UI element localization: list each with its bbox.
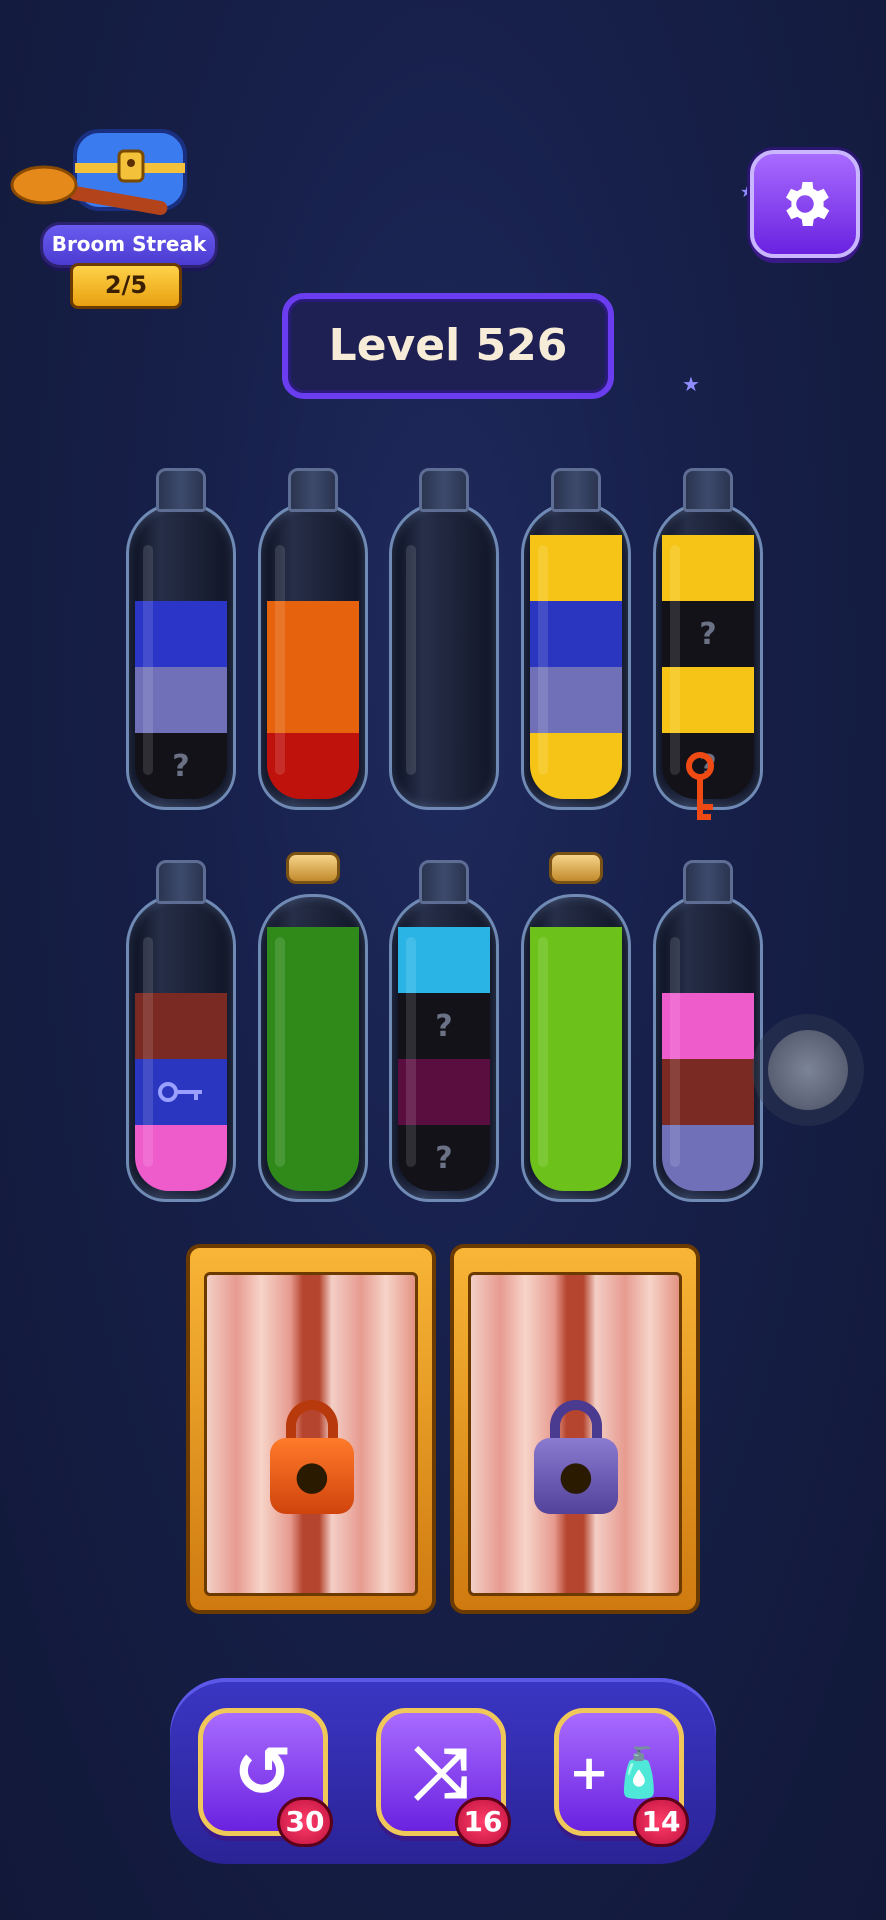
key-icon[interactable] (680, 752, 720, 832)
shuffle-button[interactable]: ⤨ 16 (376, 1708, 511, 1847)
hint-joystick[interactable] (768, 1030, 848, 1110)
bottle[interactable] (521, 468, 631, 810)
bottle-cork (286, 852, 340, 884)
bottle-body (258, 502, 368, 810)
bottle-neck (156, 860, 206, 904)
streak-title: Broom Streak (40, 222, 218, 268)
bottle-neck (419, 860, 469, 904)
bottle-neck (288, 468, 338, 512)
bottle-body (258, 894, 368, 1202)
bottle[interactable] (126, 860, 236, 1202)
add-bottle-count-badge: 14 (633, 1797, 689, 1847)
padlock-icon: ● (534, 1438, 618, 1514)
padlock-icon: ● (270, 1438, 354, 1514)
gear-icon (786, 182, 830, 226)
bottle-body (521, 502, 631, 810)
bottle[interactable] (258, 468, 368, 810)
broom-icon (10, 165, 168, 216)
bottle-neck (683, 860, 733, 904)
broom-streak-widget[interactable]: Broom Streak 2/5 (10, 115, 218, 309)
bottle-body (653, 894, 763, 1202)
bottle-neck (156, 468, 206, 512)
add-bottle-button[interactable]: +🧴 14 (554, 1708, 689, 1847)
bottle[interactable]: ? (126, 468, 236, 810)
undo-icon: ↺ (233, 1731, 293, 1813)
bottle-neck (683, 468, 733, 512)
bottle-body (521, 894, 631, 1202)
settings-button[interactable] (750, 150, 860, 258)
shuffle-count-badge: 16 (455, 1797, 511, 1847)
bottle-body: ? (126, 502, 236, 810)
bottle[interactable]: ?? (389, 860, 499, 1202)
key-icon (158, 1082, 202, 1102)
locked-slot-orange[interactable]: ● (186, 1244, 436, 1614)
bottle[interactable] (389, 468, 499, 810)
bottle-body: ?? (389, 894, 499, 1202)
undo-count-badge: 30 (277, 1797, 333, 1847)
locked-slot-purple[interactable]: ● (450, 1244, 700, 1614)
bottle-neck (419, 468, 469, 512)
add-bottle-icon: +🧴 (569, 1744, 669, 1801)
bottle[interactable] (521, 852, 631, 1202)
powerup-toolbar: ↺ 30 ⤨ 16 +🧴 14 (170, 1678, 716, 1864)
bottle-body (126, 894, 236, 1202)
sparkle-icon: ★ (682, 372, 700, 396)
level-title: Level 526 (282, 293, 614, 399)
bottle-neck (551, 468, 601, 512)
bottle-cork (549, 852, 603, 884)
bottle[interactable] (653, 860, 763, 1202)
streak-count: 2/5 (70, 263, 182, 309)
undo-button[interactable]: ↺ 30 (198, 1708, 333, 1847)
shuffle-icon: ⤨ (413, 1730, 469, 1813)
bottle[interactable] (258, 852, 368, 1202)
bottle-body (389, 502, 499, 810)
